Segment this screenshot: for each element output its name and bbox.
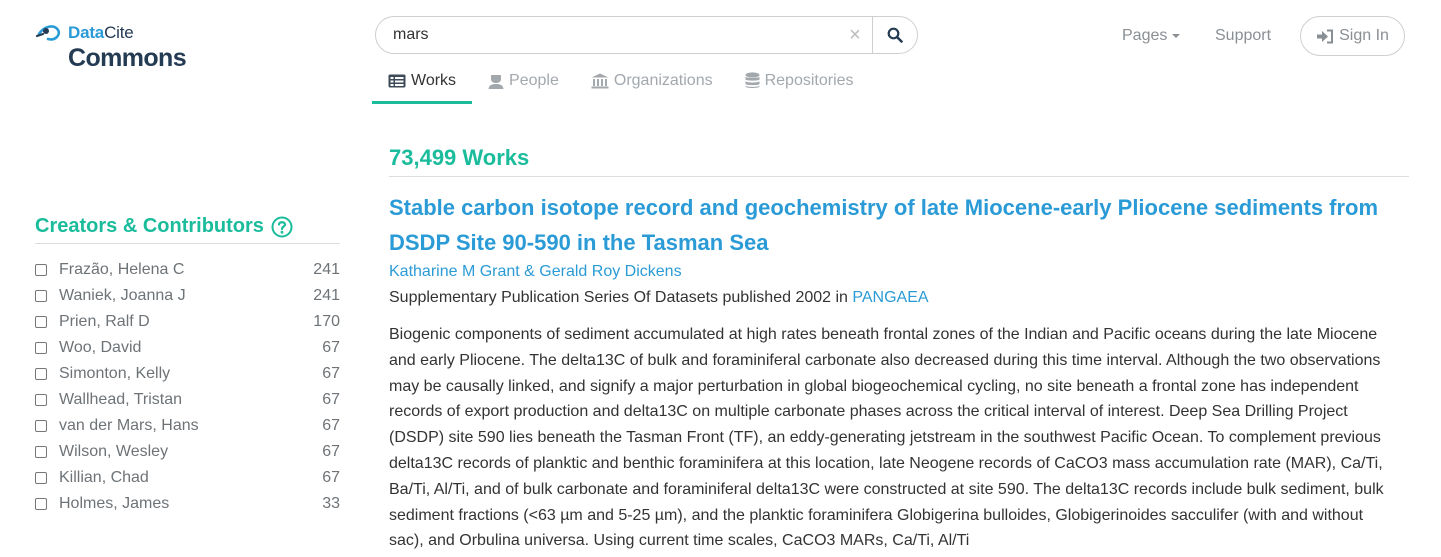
facet-item[interactable]: Simonton, Kelly 67 (35, 361, 340, 387)
tab-people[interactable]: People (472, 60, 575, 101)
facet-count: 170 (313, 313, 340, 330)
facet-item[interactable]: Holmes, James 33 (35, 491, 340, 517)
institution-icon (591, 73, 609, 88)
facet-checkbox[interactable] (35, 342, 47, 354)
facet-count: 67 (322, 417, 340, 434)
list-icon (388, 74, 406, 87)
facet-name: Frazão, Helena C (59, 261, 185, 278)
facet-count: 33 (322, 495, 340, 512)
tab-people-label: People (509, 71, 559, 89)
help-icon[interactable] (271, 216, 293, 238)
sign-in-icon (1317, 29, 1334, 43)
facet-count: 241 (313, 261, 340, 278)
tab-works[interactable]: Works (372, 60, 473, 104)
facet-checkbox[interactable] (35, 446, 47, 458)
work-publication-info: Supplementary Publication Series Of Data… (389, 289, 929, 307)
facet-count: 67 (322, 443, 340, 460)
facet-name: Woo, David (59, 339, 142, 356)
facet-count: 241 (313, 287, 340, 304)
facet-name: Simonton, Kelly (59, 365, 171, 382)
facet-checkbox[interactable] (35, 368, 47, 380)
logo-data-part: Data (68, 23, 105, 42)
clear-search-icon[interactable]: × (838, 17, 872, 53)
tab-works-label: Works (411, 71, 457, 89)
work-title-link[interactable]: Stable carbon isotope record and geochem… (389, 190, 1409, 260)
facet-item[interactable]: van der Mars, Hans 67 (35, 413, 340, 439)
facet-name: Wilson, Wesley (59, 443, 169, 460)
search-tabs: Works People Organizations Repositories (372, 60, 870, 104)
facet-checkbox[interactable] (35, 472, 47, 484)
publication-text: Supplementary Publication Series Of Data… (389, 289, 848, 306)
facet-item[interactable]: Prien, Ralf D 170 (35, 309, 340, 335)
search-bar: × (375, 16, 918, 54)
tab-organizations[interactable]: Organizations (575, 60, 729, 101)
caret-down-icon (1172, 33, 1181, 38)
facet-name: Wallhead, Tristan (59, 391, 183, 408)
tab-repositories[interactable]: Repositories (729, 60, 870, 101)
facet-name: Holmes, James (59, 495, 170, 512)
facet-count: 67 (322, 391, 340, 408)
facet-item[interactable]: Woo, David 67 (35, 335, 340, 361)
support-link[interactable]: Support (1215, 27, 1271, 45)
datacite-commons-logo[interactable]: DataCite Commons (36, 18, 206, 74)
facet-checkbox[interactable] (35, 264, 47, 276)
pages-dropdown[interactable]: Pages (1122, 27, 1181, 45)
sidebar-divider (35, 243, 340, 244)
logo-cite-part: Cite (104, 23, 134, 42)
sign-in-label: Sign In (1339, 27, 1389, 44)
facet-name: Killian, Chad (59, 469, 149, 486)
facet-checkbox[interactable] (35, 316, 47, 328)
creators-facet-title: Creators & Contributors (35, 215, 264, 237)
facet-checkbox[interactable] (35, 498, 47, 510)
facet-item[interactable]: Frazão, Helena C 241 (35, 257, 340, 283)
facet-item[interactable]: Killian, Chad 67 (35, 465, 340, 491)
pages-label: Pages (1122, 27, 1168, 44)
facet-name: Prien, Ralf D (59, 313, 150, 330)
tab-organizations-label: Organizations (613, 71, 713, 89)
creators-facet-heading: Creators & Contributors (35, 215, 293, 238)
datacite-logo-icon (36, 25, 61, 41)
work-authors-link[interactable]: Katharine M Grant & Gerald Roy Dickens (389, 263, 682, 281)
results-count: 73,499 Works (389, 145, 530, 170)
facet-count: 67 (322, 365, 340, 382)
facet-checkbox[interactable] (35, 394, 47, 406)
search-button[interactable] (872, 17, 917, 53)
logo-datacite-text: DataCite (68, 23, 134, 43)
user-icon (488, 74, 504, 89)
database-icon (745, 72, 760, 88)
results-divider (389, 176, 1409, 177)
facet-count: 67 (322, 339, 340, 356)
facet-name: Waniek, Joanna J (59, 287, 186, 304)
facet-item[interactable]: Wilson, Wesley 67 (35, 439, 340, 465)
publisher-link[interactable]: PANGAEA (852, 289, 928, 306)
logo-commons-text: Commons (68, 44, 187, 72)
logo-top-row: DataCite (36, 22, 134, 44)
facet-name: van der Mars, Hans (59, 417, 199, 434)
facet-item[interactable]: Waniek, Joanna J 241 (35, 283, 340, 309)
facet-checkbox[interactable] (35, 290, 47, 302)
facet-count: 67 (322, 469, 340, 486)
tab-repositories-label: Repositories (764, 71, 854, 89)
work-description: Biogenic components of sediment accumula… (389, 326, 1384, 550)
facet-item[interactable]: Wallhead, Tristan 67 (35, 387, 340, 413)
search-icon (887, 27, 903, 43)
sign-in-button[interactable]: Sign In (1300, 16, 1405, 56)
facet-checkbox[interactable] (35, 420, 47, 432)
creators-facet-list: Frazão, Helena C 241 Waniek, Joanna J 241 Pr… (35, 257, 340, 517)
search-input[interactable] (376, 17, 838, 53)
